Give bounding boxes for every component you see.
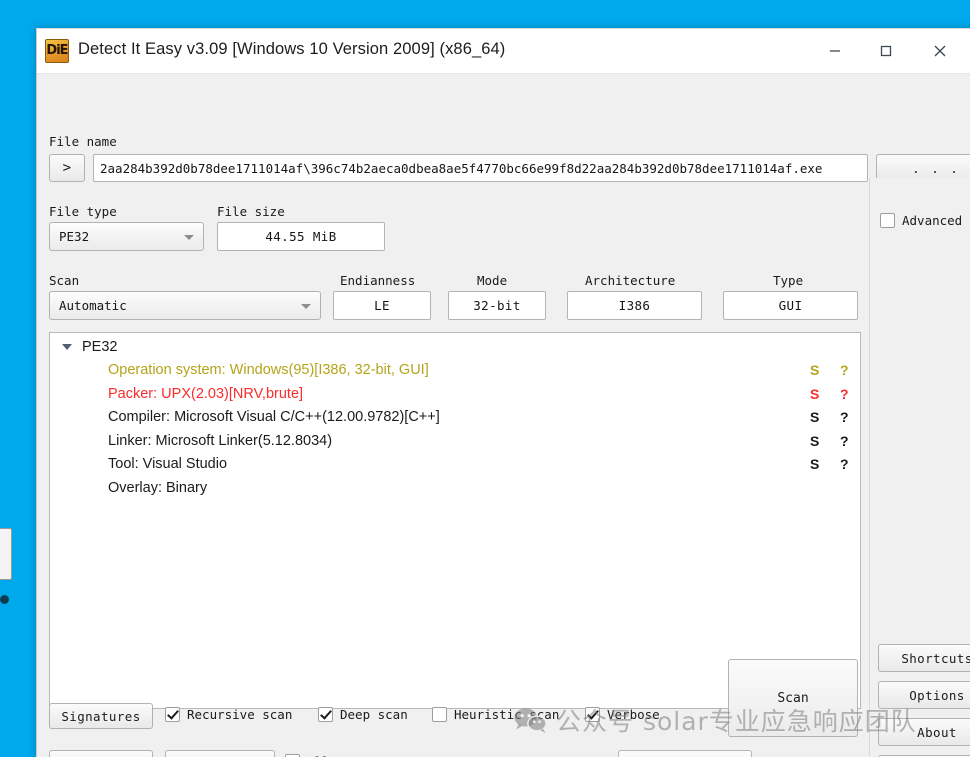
close-icon[interactable]	[917, 29, 963, 73]
result-row-label: Packer: UPX(2.03)[NRV,brute]	[108, 385, 304, 402]
result-row-label: Operation system: Windows(95)[I386, 32-b…	[108, 362, 429, 379]
result-row-label: Overlay: Binary	[108, 479, 208, 496]
scan-mode-value: Automatic	[59, 298, 127, 313]
scan-label: Scan	[49, 273, 80, 288]
file-size-value: 44.55 MiB	[217, 222, 385, 251]
verbose-checkbox[interactable]: Verbose	[585, 707, 660, 722]
desktop-dot	[0, 595, 9, 604]
recursive-scan-checkbox[interactable]: Recursive scan	[165, 707, 292, 722]
signature-link[interactable]: S	[810, 456, 819, 472]
maximize-icon[interactable]	[863, 29, 909, 73]
result-row[interactable]: Linker: Microsoft Linker(5.12.8034) S?	[50, 429, 860, 453]
deep-scan-checkbox[interactable]: Deep scan	[318, 707, 408, 722]
type-label: Type	[773, 273, 804, 288]
chevron-down-icon	[301, 303, 311, 309]
browse-chevron-button[interactable]: >	[49, 154, 85, 182]
title-bar: DiE Detect It Easy v3.09 [Windows 10 Ver…	[37, 29, 970, 74]
advanced-checkbox[interactable]: Advanced	[880, 213, 962, 228]
window-title: Detect It Easy v3.09 [Windows 10 Version…	[78, 40, 506, 58]
signature-link[interactable]: S	[810, 409, 819, 425]
desktop-partial-window	[0, 528, 12, 580]
signature-link[interactable]: S	[810, 362, 819, 378]
checkbox-box	[585, 707, 600, 722]
scan-mode-select[interactable]: Automatic	[49, 291, 321, 320]
info-link[interactable]: ?	[840, 433, 849, 449]
info-link[interactable]: ?	[840, 362, 849, 378]
architecture-value: I386	[567, 291, 702, 320]
signatures-button[interactable]: Signatures	[49, 703, 153, 729]
elapsed-time-display: 1294 msec	[618, 750, 752, 757]
result-row-label: Linker: Microsoft Linker(5.12.8034)	[108, 432, 333, 449]
result-row[interactable]: Packer: UPX(2.03)[NRV,brute] S?	[50, 382, 860, 406]
collapse-triangle-icon[interactable]	[62, 343, 72, 350]
app-icon: DiE	[45, 39, 69, 63]
result-row[interactable]: Tool: Visual Studio S?	[50, 453, 860, 477]
checkbox-box	[318, 707, 333, 722]
checkbox-box	[880, 213, 895, 228]
file-type-label: File type	[49, 204, 117, 219]
heuristic-scan-checkbox[interactable]: Heuristic scan	[432, 707, 559, 722]
result-row-list: Operation system: Windows(95)[I386, 32-b…	[50, 359, 860, 500]
directory-button[interactable]: Directory	[49, 750, 153, 757]
verbose-label: Verbose	[607, 707, 660, 722]
file-type-value: PE32	[59, 229, 90, 244]
file-name-label: File name	[49, 134, 117, 149]
advanced-label: Advanced	[902, 213, 963, 228]
file-size-label: File size	[217, 204, 285, 219]
architecture-label: Architecture	[585, 273, 676, 288]
chevron-down-icon	[184, 234, 194, 240]
scan-results-panel[interactable]: PE32 Operation system: Windows(95)[I386,…	[49, 332, 861, 709]
info-link[interactable]: ?	[840, 409, 849, 425]
result-row-label: Tool: Visual Studio	[108, 456, 228, 473]
shortcuts-button[interactable]: Shortcuts	[878, 644, 970, 672]
file-type-select[interactable]: PE32	[49, 222, 204, 251]
deep-scan-label: Deep scan	[340, 707, 408, 722]
checkbox-box	[432, 707, 447, 722]
result-root-label: PE32	[82, 338, 118, 355]
recursive-scan-label: Recursive scan	[187, 707, 293, 722]
checkbox-box	[165, 707, 180, 722]
result-row[interactable]: Operation system: Windows(95)[I386, 32-b…	[50, 359, 860, 383]
desktop-background	[0, 0, 36, 757]
options-button[interactable]: Options	[878, 681, 970, 709]
result-row[interactable]: Overlay: Binary	[50, 476, 860, 500]
info-link[interactable]: ?	[840, 456, 849, 472]
file-name-input[interactable]: 2aa284b392d0b78dee1711014af\396c74b2aeca…	[93, 154, 868, 182]
screen: DiE Detect It Easy v3.09 [Windows 10 Ver…	[0, 0, 970, 757]
signature-link[interactable]: S	[810, 386, 819, 402]
scan-button[interactable]: Scan	[728, 659, 858, 737]
info-link[interactable]: ?	[840, 386, 849, 402]
heuristic-scan-label: Heuristic scan	[454, 707, 560, 722]
about-button[interactable]: About	[878, 718, 970, 746]
detect-it-easy-window: DiE Detect It Easy v3.09 [Windows 10 Ver…	[36, 28, 970, 757]
minimize-icon[interactable]	[812, 29, 858, 73]
window-body: File name > 2aa284b392d0b78dee1711014af\…	[37, 74, 970, 757]
result-root-row[interactable]: PE32	[50, 333, 860, 359]
mode-label: Mode	[477, 273, 508, 288]
endianness-value: LE	[333, 291, 431, 320]
result-row[interactable]: Compiler: Microsoft Visual C/C++(12.00.9…	[50, 406, 860, 430]
type-value: GUI	[723, 291, 858, 320]
log-button[interactable]: Log(333)	[165, 750, 275, 757]
mode-value: 32-bit	[448, 291, 546, 320]
result-row-label: Compiler: Microsoft Visual C/C++(12.00.9…	[108, 409, 440, 426]
endianness-label: Endianness	[340, 273, 416, 288]
signature-link[interactable]: S	[810, 433, 819, 449]
